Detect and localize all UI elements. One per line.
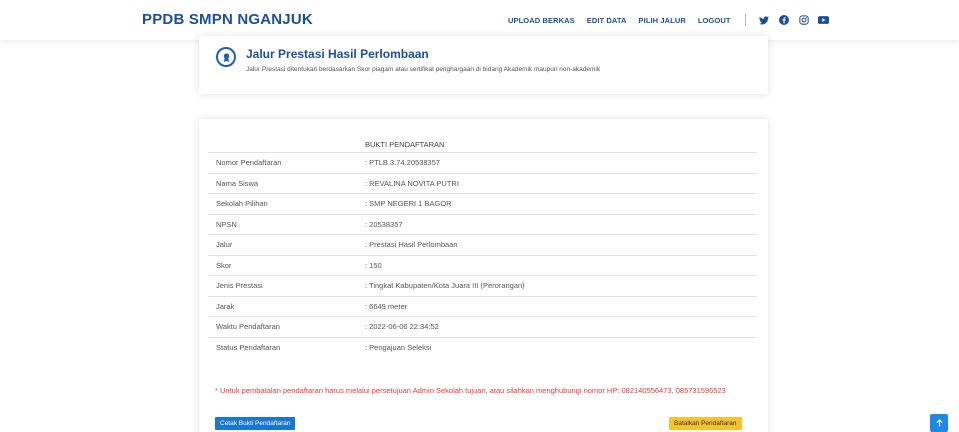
- row-label: Nomor Pendaftaran: [208, 152, 365, 173]
- instagram-icon[interactable]: [798, 14, 810, 26]
- youtube-icon[interactable]: [818, 14, 830, 26]
- cancel-registration-button[interactable]: Batalkan Pendaftaran: [669, 417, 742, 430]
- main-nav: UPLOAD BERKAS EDIT DATA PILIH JALUR LOGO…: [508, 14, 838, 26]
- row-label: Jenis Prestasi: [208, 275, 365, 296]
- row-value: : 2022-06-06 22:34:52: [365, 316, 757, 337]
- registration-receipt-card: BUKTI PENDAFTARAN Nomor Pendaftaran: PTL…: [199, 119, 768, 432]
- table-row: Jarak: 6649 meter: [208, 295, 757, 317]
- table-row: Sekolah Pilihan: SMP NEGERI 1 BAGOR: [208, 193, 757, 214]
- table-row: Status Pendaftaran: Pengajuan Seleksi: [208, 336, 757, 358]
- nav-logout[interactable]: LOGOUT: [698, 16, 731, 25]
- row-label: Sekolah Pilihan: [208, 193, 365, 214]
- nav-edit-data[interactable]: EDIT DATA: [587, 16, 627, 25]
- table-row: Jenis Prestasi: Tingkat Kabupaten/Kota J…: [208, 275, 757, 296]
- nav-divider: [744, 14, 746, 26]
- print-receipt-button[interactable]: Cetak Bukti Pendaftaran: [215, 417, 296, 430]
- table-row: Nama Siswa: REVALINA NOVITA PUTRI: [208, 172, 757, 194]
- table-row: Jalur: Prestasi Hasil Perlombaan: [208, 234, 757, 255]
- row-value: : Pengajuan Seleksi: [365, 336, 757, 358]
- row-value: : SMP NEGERI 1 BAGOR: [365, 193, 757, 214]
- top-navbar: PPDB SMPN NGANJUK UPLOAD BERKAS EDIT DAT…: [0, 0, 959, 40]
- award-icon: [216, 47, 236, 67]
- receipt-title: BUKTI PENDAFTARAN: [365, 140, 445, 149]
- twitter-icon[interactable]: [758, 14, 770, 26]
- scroll-to-top-button[interactable]: [930, 414, 948, 432]
- cancellation-note: * Untuk pembatalan pendaftaran harus mel…: [215, 386, 726, 395]
- row-value: : PTLB.3.74.20538357: [365, 152, 757, 173]
- facebook-icon[interactable]: [778, 14, 790, 26]
- row-label: NPSN: [208, 213, 365, 235]
- row-value: : 150: [365, 254, 757, 276]
- table-row: Waktu Pendaftaran: 2022-06-06 22:34:52: [208, 316, 757, 337]
- row-label: Nama Siswa: [208, 172, 365, 194]
- receipt-table: Nomor Pendaftaran: PTLB.3.74.20538357 Na…: [208, 152, 757, 358]
- jalur-description: Jalur Prestasi ditentukan berdasarkan Sk…: [246, 66, 601, 73]
- row-label: Skor: [208, 254, 365, 276]
- arrow-up-icon: [935, 419, 943, 427]
- nav-upload-berkas[interactable]: UPLOAD BERKAS: [508, 16, 575, 25]
- jalur-info-card: Jalur Prestasi Hasil Perlombaan Jalur Pr…: [199, 36, 768, 94]
- row-value: : 6649 meter: [365, 295, 757, 317]
- nav-pilih-jalur[interactable]: PILIH JALUR: [639, 16, 686, 25]
- row-value: : Tingkat Kabupaten/Kota Juara III (Pero…: [365, 275, 757, 296]
- row-label: Jarak: [208, 295, 365, 317]
- row-label: Jalur: [208, 234, 365, 255]
- table-row: Nomor Pendaftaran: PTLB.3.74.20538357: [208, 152, 757, 173]
- brand-logo-text[interactable]: PPDB SMPN NGANJUK: [142, 11, 313, 28]
- row-value: : Prestasi Hasil Perlombaan: [365, 234, 757, 255]
- row-value: : REVALINA NOVITA PUTRI: [365, 172, 757, 194]
- table-row: Skor: 150: [208, 254, 757, 276]
- row-value: : 20538357: [365, 213, 757, 235]
- row-label: Status Pendaftaran: [208, 336, 365, 358]
- jalur-title: Jalur Prestasi Hasil Perlombaan: [246, 47, 429, 61]
- table-row: NPSN: 20538357: [208, 213, 757, 235]
- row-label: Waktu Pendaftaran: [208, 316, 365, 337]
